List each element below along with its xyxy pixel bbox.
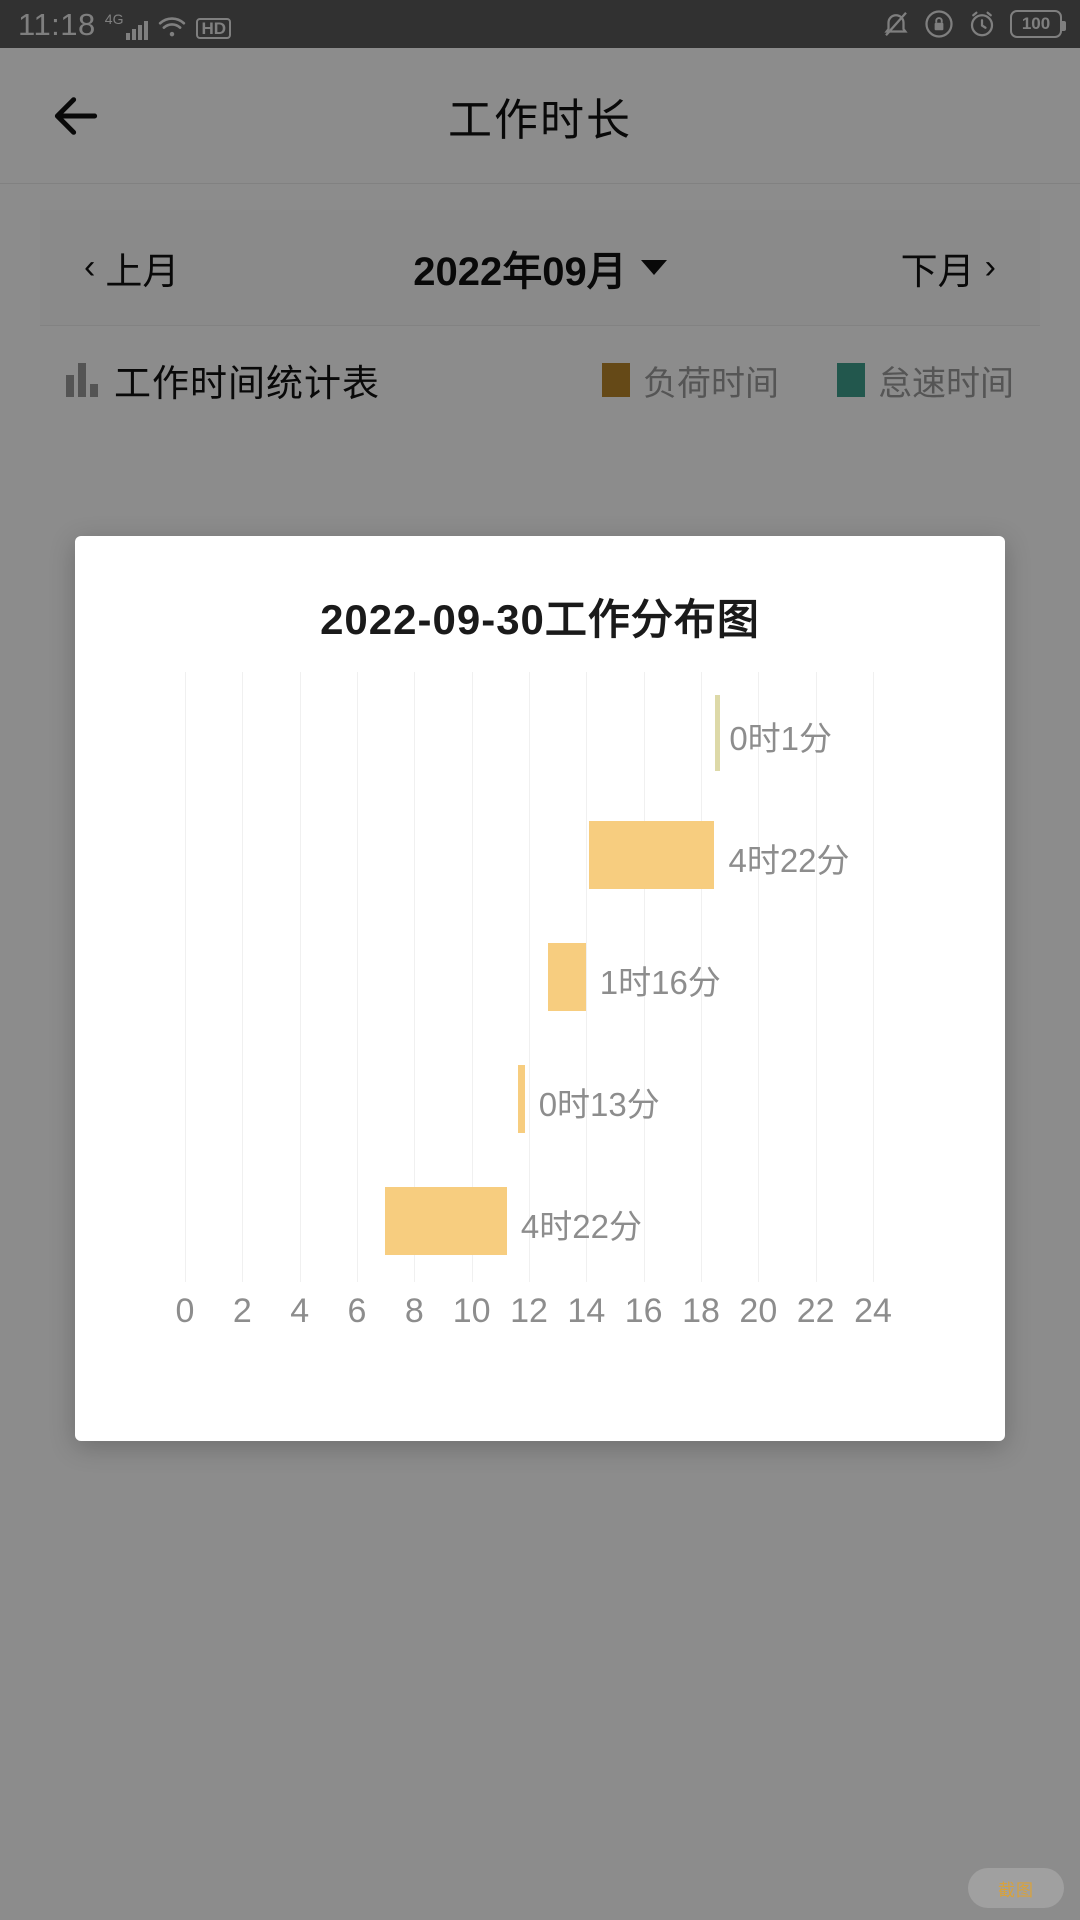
chart-x-tick-label: 12 [510, 1292, 548, 1330]
watermark-text: 截图 [998, 1880, 1034, 1900]
chart-gridline [873, 672, 874, 1282]
work-distribution-modal: 2022-09-30工作分布图 0 2 4 6 8 10 12 14 16 18 20 22 24 0时… [75, 536, 1005, 1441]
chart-x-tick-label: 2 [232, 1292, 252, 1330]
chart-x-tick-label: 6 [347, 1292, 367, 1330]
chart-x-tick-label: 8 [404, 1292, 424, 1330]
chart-gridline [242, 672, 244, 1282]
chart-gridline [586, 672, 588, 1282]
modal-title: 2022-09-30工作分布图 [320, 596, 760, 643]
chart-gridline [299, 672, 301, 1282]
chart-x-tick-label: 22 [796, 1292, 835, 1330]
chart-bar-label: 4时22分 [520, 1208, 642, 1245]
chart-x-tick-label: 4 [290, 1292, 310, 1330]
chart-bar[interactable] [517, 1064, 525, 1134]
chart-gridline [758, 672, 760, 1282]
chart-bar-label: 1时16分 [599, 964, 721, 1001]
chart-x-tick-label: 24 [854, 1292, 892, 1330]
chart-gridline [357, 672, 358, 1282]
chart-x-axis: 0 2 4 6 8 10 12 14 16 18 20 22 24 [75, 1292, 1005, 1352]
chart-x-tick-label: 0 [175, 1292, 195, 1330]
chart-x-tick-label: 20 [739, 1292, 778, 1330]
chart-bar[interactable] [714, 695, 720, 771]
chart-x-tick-label: 18 [682, 1292, 720, 1330]
chart-gridline [815, 672, 817, 1282]
chart-bar[interactable] [548, 942, 586, 1012]
chart-bar[interactable] [589, 820, 715, 890]
chart-bar-label: 0时13分 [538, 1086, 660, 1123]
distribution-chart-plot: 0 2 4 6 8 10 12 14 16 18 20 22 24 0时1分 4时22分 1时16分 0时13… [75, 672, 1005, 1372]
chart-gridline [185, 672, 186, 1282]
watermark-badge: 截图 [968, 1868, 1064, 1908]
chart-x-tick-label: 14 [567, 1292, 606, 1330]
chart-bar-label: 4时22分 [728, 842, 850, 879]
chart-x-tick-label: 16 [624, 1292, 663, 1330]
chart-x-tick-label: 10 [452, 1292, 491, 1330]
chart-bar[interactable] [385, 1186, 507, 1256]
chart-gridline [529, 672, 530, 1282]
chart-bar-label: 0时1分 [729, 720, 833, 757]
